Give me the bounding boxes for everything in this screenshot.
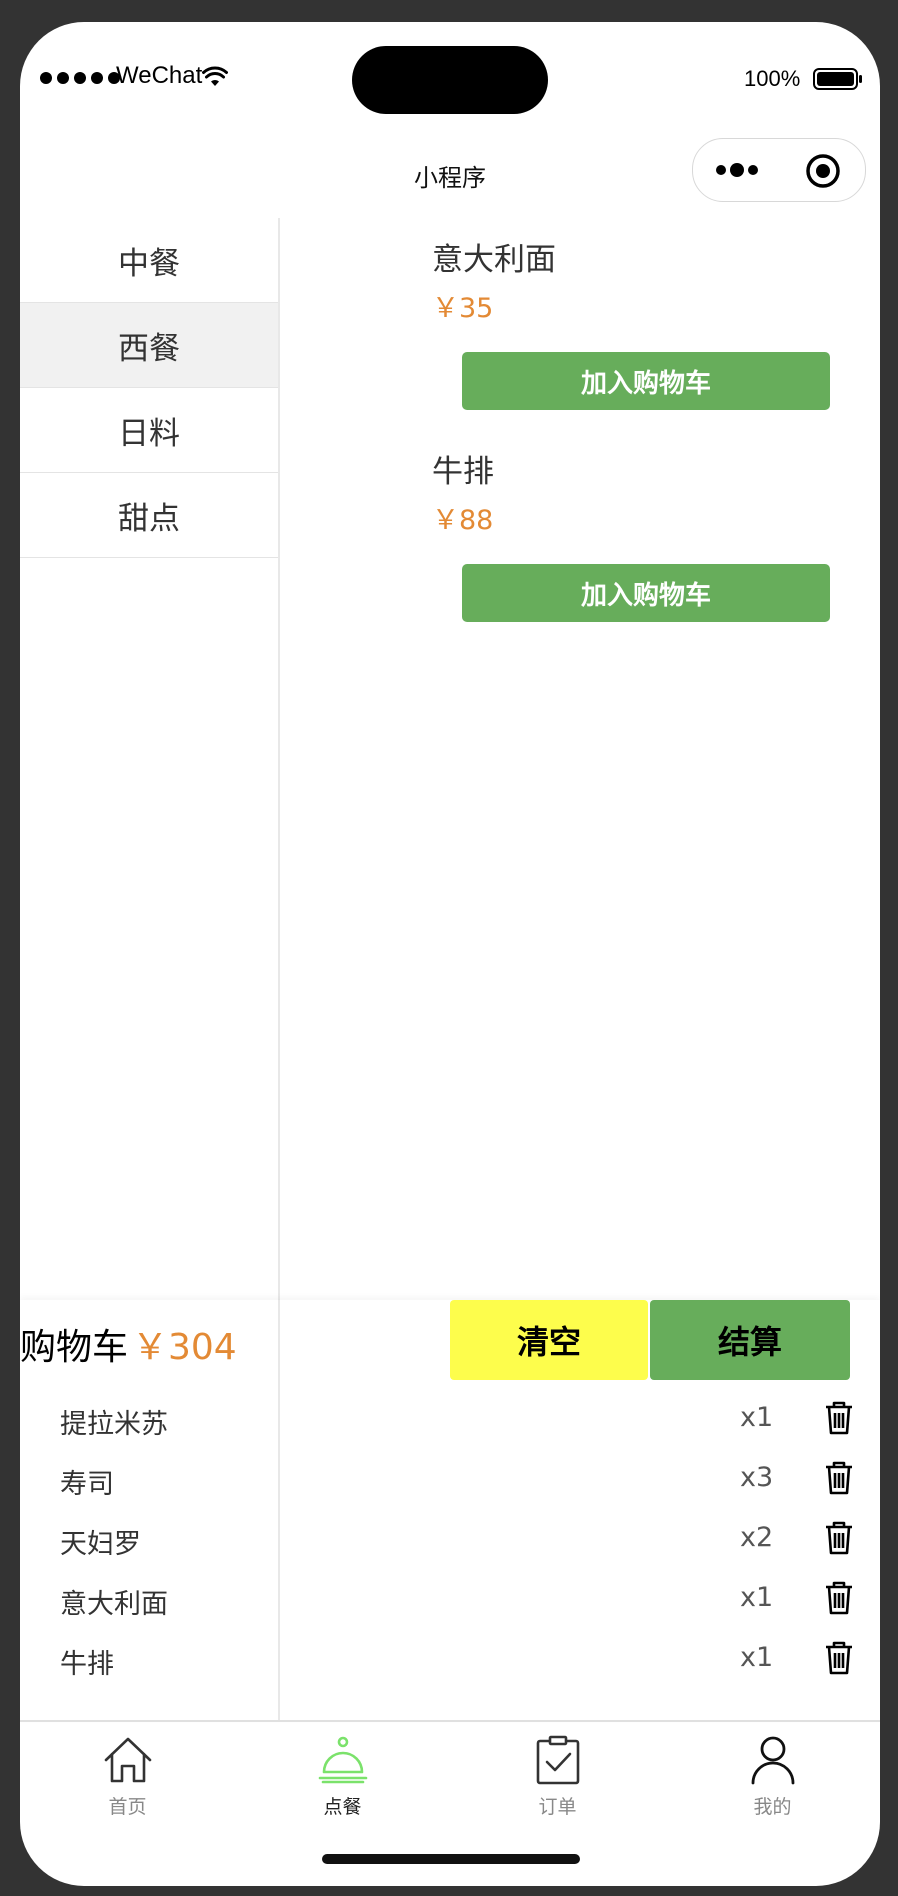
dining-bell-icon	[318, 1736, 368, 1784]
tab-label: 我的	[753, 1796, 792, 1818]
cart-item-quantity: x1	[740, 1402, 774, 1433]
trash-icon[interactable]	[824, 1400, 854, 1436]
cart-item: 寿司 x3	[60, 1456, 860, 1506]
signal-strength-icon	[40, 72, 120, 84]
home-indicator	[322, 1854, 580, 1864]
phone-screen: WeChat 100% 小程序 中餐 西餐 日料 甜点 意大利面 ￥35 加入购…	[20, 22, 880, 1886]
tab-label: 订单	[538, 1796, 577, 1818]
close-target-icon[interactable]	[805, 153, 841, 189]
cart-panel: 购物车 ￥304 清空 结算 提拉米苏 x1 寿司 x3 天妇罗 x2 意大利面…	[20, 1300, 880, 1722]
tab-label: 点餐	[323, 1796, 362, 1818]
cart-item-name: 牛排	[60, 1649, 114, 1680]
tab-label: 首页	[108, 1796, 147, 1818]
cart-item-quantity: x1	[740, 1642, 774, 1673]
trash-icon[interactable]	[824, 1580, 854, 1616]
clear-cart-button[interactable]: 清空	[450, 1300, 648, 1380]
dish-price: ￥35	[432, 293, 494, 324]
miniprogram-capsule	[692, 138, 866, 202]
dish-name: 意大利面	[432, 242, 556, 278]
add-to-cart-button[interactable]: 加入购物车	[462, 564, 830, 622]
cart-item-quantity: x2	[740, 1522, 774, 1553]
tab-bar: 首页 点餐 订单 我的	[20, 1722, 880, 1832]
cart-item-name: 天妇罗	[60, 1529, 141, 1560]
tab-orders[interactable]: 订单	[450, 1722, 665, 1832]
trash-icon[interactable]	[824, 1640, 854, 1676]
battery-icon	[813, 68, 862, 90]
camera-notch	[352, 46, 548, 114]
cart-item: 提拉米苏 x1	[60, 1396, 860, 1446]
add-to-cart-button[interactable]: 加入购物车	[462, 352, 830, 410]
carrier-name: WeChat	[116, 62, 203, 89]
checkout-button[interactable]: 结算	[650, 1300, 850, 1380]
cart-item-quantity: x1	[740, 1582, 774, 1613]
clipboard-check-icon	[536, 1735, 580, 1785]
trash-icon[interactable]	[824, 1520, 854, 1556]
category-item-dessert[interactable]: 甜点	[20, 473, 278, 558]
dish-card: 意大利面 ￥35 加入购物车	[432, 240, 852, 410]
home-icon	[104, 1737, 152, 1783]
dish-name: 牛排	[432, 454, 494, 490]
battery-percentage: 100%	[744, 66, 801, 91]
tab-home[interactable]: 首页	[20, 1722, 235, 1832]
cart-item-name: 意大利面	[60, 1589, 168, 1620]
trash-icon[interactable]	[824, 1460, 854, 1496]
cart-item: 意大利面 x1	[60, 1576, 860, 1626]
category-item-western[interactable]: 西餐	[20, 303, 278, 388]
status-bar: WeChat 100%	[20, 22, 880, 132]
tab-order-food[interactable]: 点餐	[235, 1722, 450, 1832]
cart-item-name: 寿司	[60, 1469, 114, 1500]
wifi-icon	[202, 66, 228, 86]
cart-item-quantity: x3	[740, 1462, 774, 1493]
category-item-japanese[interactable]: 日料	[20, 388, 278, 473]
tab-profile[interactable]: 我的	[665, 1722, 880, 1832]
cart-item-name: 提拉米苏	[60, 1409, 168, 1440]
cart-item: 牛排 x1	[60, 1636, 860, 1686]
dish-price: ￥88	[432, 505, 494, 536]
category-item-chinese[interactable]: 中餐	[20, 218, 278, 303]
dish-card: 牛排 ￥88 加入购物车	[432, 452, 852, 622]
cart-total: ￥304	[132, 1327, 237, 1368]
more-icon[interactable]	[715, 159, 763, 181]
cart-item: 天妇罗 x2	[60, 1516, 860, 1566]
cart-title: 购物车	[20, 1327, 129, 1368]
user-icon	[751, 1736, 795, 1785]
